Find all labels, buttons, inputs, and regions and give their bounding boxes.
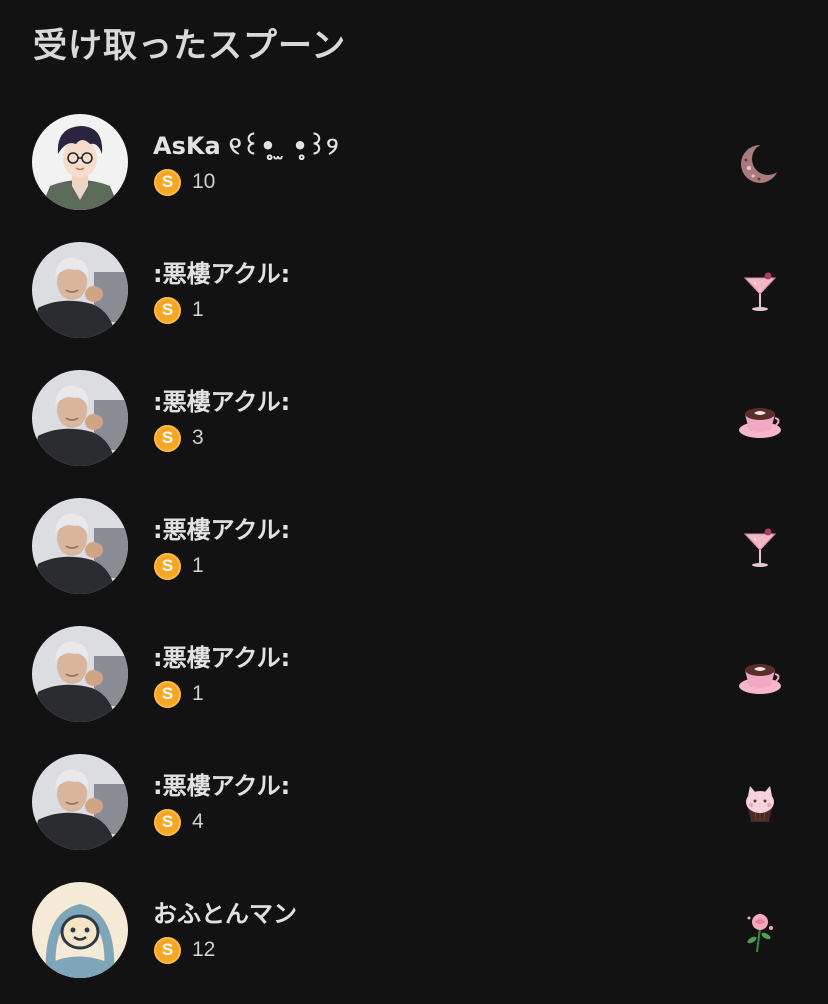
user-name: :悪樓アクル: [153,644,291,672]
coffee-cup-icon [735,394,785,444]
avatar[interactable] [32,242,128,338]
spoon-count: S 12 [154,936,215,964]
user-name: おふとんマン [153,900,297,928]
avatar[interactable] [32,882,128,978]
spoon-coin-icon: S [154,680,181,708]
spoon-count: S 1 [154,680,204,708]
spoon-coin-icon: S [154,296,181,324]
spoon-count-value: 1 [192,682,204,705]
avatar[interactable] [32,498,128,594]
list-item[interactable]: :悪樓アクル: S 4 [0,752,828,852]
page-title: 受け取ったスプーン [33,26,347,66]
cocktail-glass-icon [735,522,785,572]
rose-icon [735,906,785,956]
avatar[interactable] [32,754,128,850]
user-name: :悪樓アクル: [153,516,291,544]
spoon-count: S 4 [154,808,204,836]
avatar[interactable] [32,114,128,210]
user-name: AsKa ୧꒰•̥̥̥ ̫ •̥̥̥꒱୨ [153,132,339,160]
coffee-cup-icon [735,650,785,700]
spoon-coin-icon: S [154,808,181,836]
cocktail-glass-icon [735,266,785,316]
spoon-count: S 10 [154,168,215,196]
list-item[interactable]: :悪樓アクル: S 3 [0,368,828,468]
spoon-coin-icon: S [154,936,181,964]
crescent-moon-icon [735,138,785,188]
spoon-count-value: 3 [192,426,204,449]
list-item[interactable]: :悪樓アクル: S 1 [0,240,828,340]
spoon-count-value: 4 [192,810,204,833]
spoon-count-value: 10 [192,170,216,193]
list-item[interactable]: :悪樓アクル: S 1 [0,624,828,724]
spoon-count-value: 1 [192,554,204,577]
spoon-count: S 1 [154,552,204,580]
user-name: :悪樓アクル: [153,772,291,800]
spoon-count-value: 12 [192,938,216,961]
avatar[interactable] [32,626,128,722]
list-item[interactable]: :悪樓アクル: S 1 [0,496,828,596]
spoon-coin-icon: S [154,552,181,580]
list-item[interactable]: AsKa ୧꒰•̥̥̥ ̫ •̥̥̥꒱୨ S 10 [0,112,828,212]
user-name: :悪樓アクル: [153,388,291,416]
cat-cupcake-icon [735,778,785,828]
spoon-count-value: 1 [192,298,204,321]
spoon-coin-icon: S [154,168,181,196]
avatar[interactable] [32,370,128,466]
spoon-coin-icon: S [154,424,181,452]
spoon-count: S 1 [154,296,204,324]
user-name: :悪樓アクル: [153,260,291,288]
list-item[interactable]: おふとんマン S 12 [0,880,828,980]
spoon-count: S 3 [154,424,204,452]
